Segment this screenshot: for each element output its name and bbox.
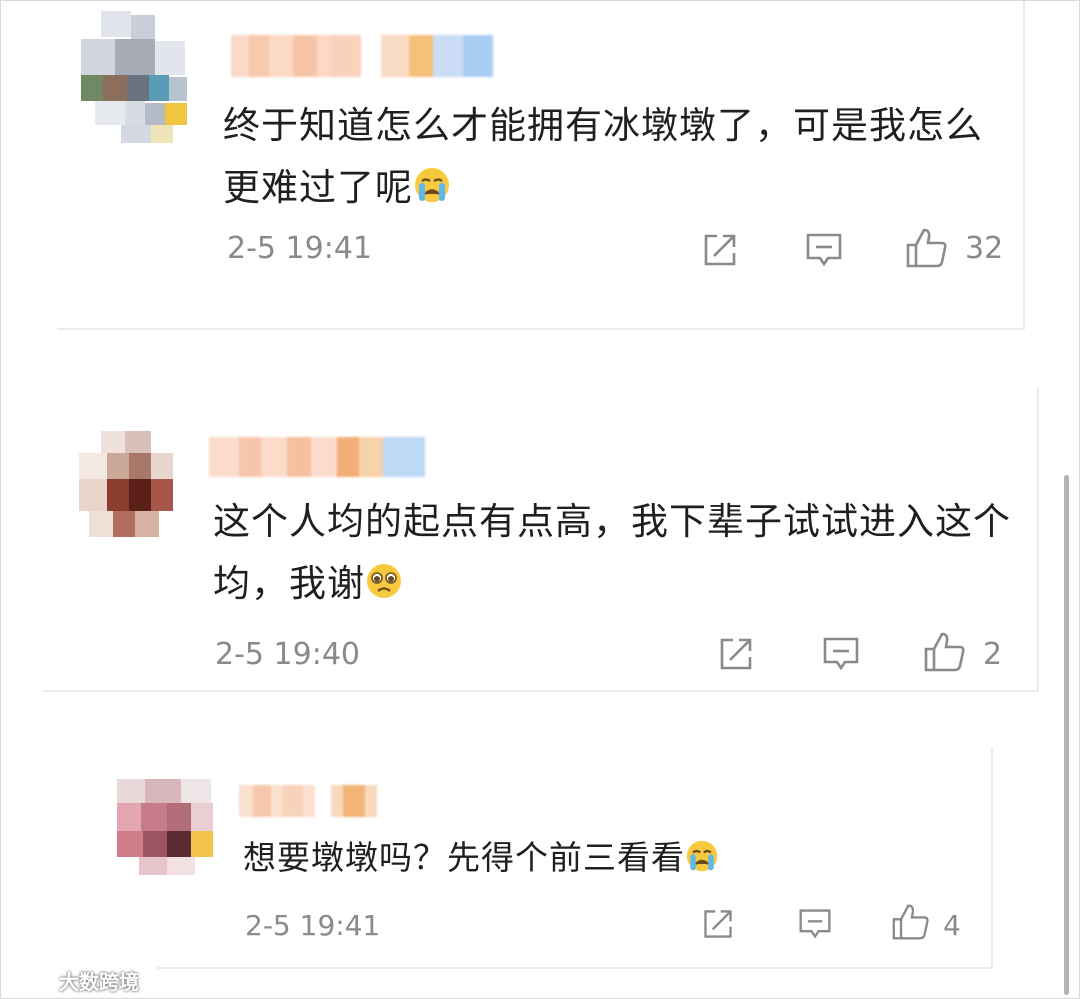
comment-timestamp: 2-5 19:41: [245, 909, 381, 942]
weibo-logo-icon: [9, 964, 53, 997]
watermark-text: 大数跨境: [59, 969, 139, 994]
reply-icon[interactable]: [797, 907, 833, 941]
username-blurred[interactable]: [231, 35, 493, 77]
avatar[interactable]: [81, 11, 189, 143]
reply-icon[interactable]: [821, 635, 861, 673]
username-blurred[interactable]: [209, 437, 425, 477]
like-count: 4: [943, 909, 961, 942]
avatar[interactable]: [79, 431, 175, 543]
comment-timestamp: 2-5 19:40: [215, 637, 360, 672]
like-count: 2: [983, 637, 1003, 672]
comment-text: 这个人均的起点有点高，我下辈子试试进入这个均，我谢: [213, 491, 1013, 619]
username-blurred[interactable]: [239, 785, 377, 817]
watermark: 大数跨境: [9, 964, 139, 997]
like-icon: [891, 903, 931, 941]
like-icon: [905, 227, 949, 269]
like-button[interactable]: [905, 227, 949, 269]
like-count: 32: [965, 231, 1004, 266]
avatar[interactable]: [117, 779, 213, 875]
pleading-face-icon: [365, 557, 403, 619]
share-icon[interactable]: [701, 907, 735, 941]
reply-icon[interactable]: [804, 231, 844, 269]
crying-face-icon: [413, 161, 451, 223]
like-button[interactable]: [923, 631, 967, 673]
crying-face-icon: [685, 837, 719, 887]
like-icon: [923, 631, 967, 673]
comment-text: 终于知道怎么才能拥有冰墩墩了，可是我怎么更难过了呢: [223, 95, 1013, 223]
comment-text: 想要墩墩吗？先得个前三看看: [243, 833, 983, 887]
share-icon[interactable]: [717, 635, 755, 673]
like-button[interactable]: [891, 903, 931, 941]
comment-timestamp: 2-5 19:41: [227, 231, 372, 266]
share-icon[interactable]: [701, 231, 739, 269]
screenshot-page: 终于知道怎么才能拥有冰墩墩了，可是我怎么更难过了呢 2-5 19:41 32 这…: [0, 0, 1080, 999]
scrollbar-thumb[interactable]: [1064, 475, 1069, 995]
